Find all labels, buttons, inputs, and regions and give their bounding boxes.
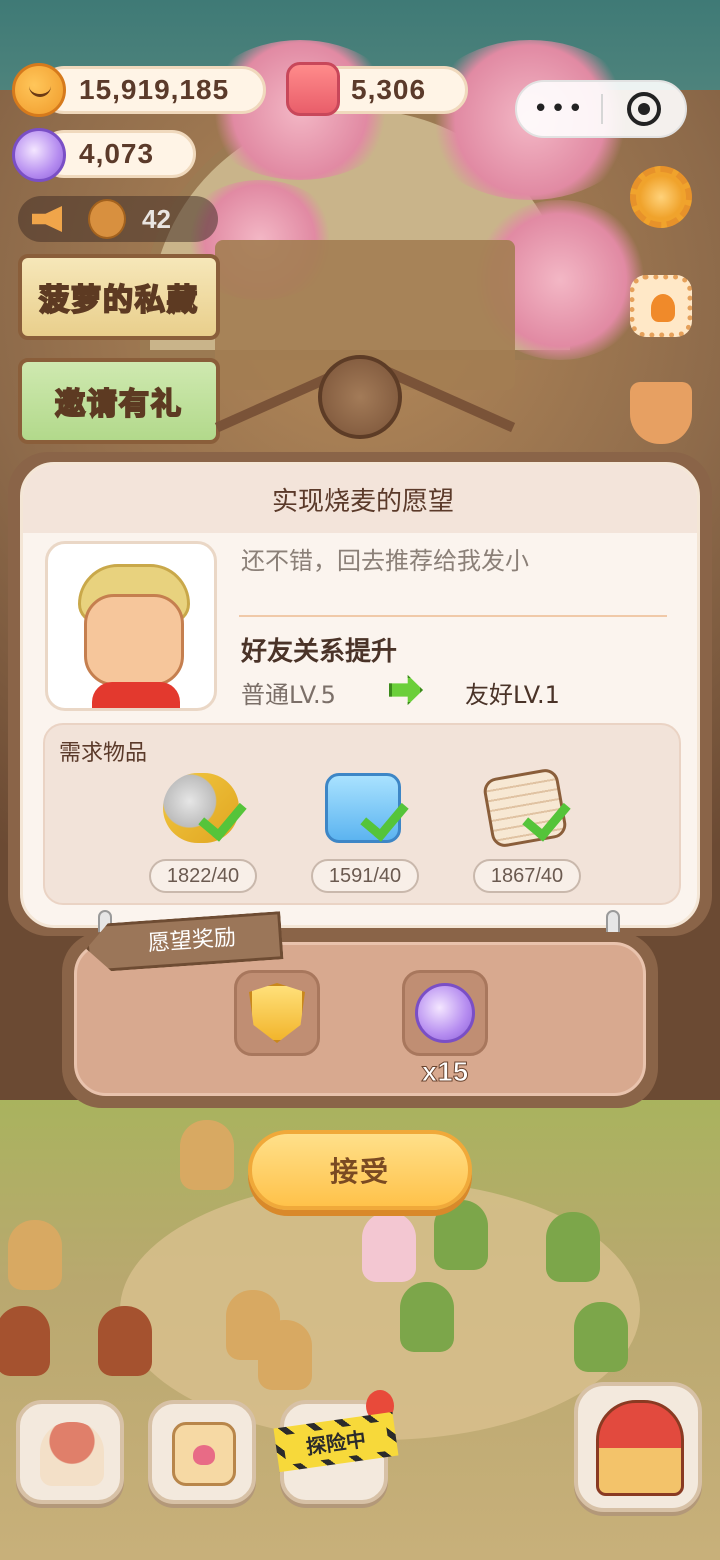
gingerbread-avatar-icon bbox=[88, 199, 126, 239]
carousel-icon bbox=[596, 1400, 684, 1496]
dialog-title: 实现烧麦的愿望 bbox=[271, 487, 454, 517]
requirements-panel: 需求物品 1822/40 1591/40 1867/40 bbox=[43, 723, 681, 905]
portrait-shirt bbox=[92, 682, 180, 708]
shield-badge-icon bbox=[249, 983, 305, 1043]
requirement-count: 1822/40 bbox=[149, 859, 257, 893]
cookie-npc[interactable] bbox=[180, 1120, 234, 1190]
requirement-count: 1867/40 bbox=[473, 859, 581, 893]
requirement-item[interactable]: 1822/40 bbox=[149, 767, 259, 897]
cookie-npc[interactable] bbox=[8, 1220, 62, 1290]
requirement-count: 1591/40 bbox=[311, 859, 419, 893]
checkmark-icon bbox=[527, 793, 579, 833]
announcement-count: 42 bbox=[142, 203, 171, 234]
cookie-npc[interactable] bbox=[574, 1302, 628, 1372]
crystal-candy-icon bbox=[12, 128, 66, 182]
character-portrait bbox=[45, 541, 217, 711]
green-arrow-icon bbox=[389, 675, 423, 705]
close-miniprogram-button[interactable] bbox=[603, 92, 685, 126]
mushroom-house-icon bbox=[40, 1422, 104, 1486]
invite-reward-banner[interactable]: 邀请有礼 bbox=[18, 358, 220, 444]
character-quote: 还不错，回去推荐给我发小 bbox=[241, 547, 529, 575]
requirement-item[interactable]: 1591/40 bbox=[311, 767, 421, 897]
relation-to-level: 友好LV.1 bbox=[465, 681, 560, 709]
banner-label: 邀请有礼 bbox=[54, 386, 183, 423]
relation-title: 好友关系提升 bbox=[241, 637, 398, 667]
gear-icon[interactable] bbox=[630, 166, 692, 228]
cookie-npc[interactable] bbox=[0, 1306, 50, 1376]
reward-slot[interactable] bbox=[402, 970, 488, 1056]
banner-label: 菠萝的私藏 bbox=[38, 282, 199, 319]
stamp-icon[interactable] bbox=[630, 275, 692, 337]
candy-crystal-icon bbox=[415, 983, 475, 1043]
cookie-npc[interactable] bbox=[400, 1282, 454, 1352]
jelly-icon bbox=[286, 62, 340, 116]
calendar-button[interactable] bbox=[148, 1400, 256, 1504]
accept-button[interactable]: 接受 bbox=[248, 1130, 472, 1210]
pineapple-stash-banner[interactable]: 菠萝的私藏 bbox=[18, 254, 220, 340]
miniprogram-capsule: ••• bbox=[515, 80, 687, 138]
jelly-count: 5,306 bbox=[351, 74, 427, 105]
cookie-currency-pill[interactable]: 15,919,185 bbox=[40, 66, 266, 114]
cookie-npc[interactable] bbox=[258, 1320, 312, 1390]
mushroom-house-button[interactable] bbox=[16, 1400, 124, 1504]
relation-from-level: 普通LV.5 bbox=[241, 681, 336, 709]
wood-knob bbox=[318, 355, 402, 439]
reward-quantity: x15 bbox=[421, 1056, 469, 1088]
cookie-count: 15,919,185 bbox=[79, 74, 230, 105]
requirement-item[interactable]: 1867/40 bbox=[473, 766, 583, 897]
reward-label: 愿望奖励 bbox=[147, 925, 237, 957]
reward-slot[interactable] bbox=[234, 970, 320, 1056]
announcement-bar[interactable]: 42 bbox=[18, 196, 218, 242]
cookie-npc[interactable] bbox=[362, 1212, 416, 1282]
carousel-button[interactable] bbox=[574, 1382, 702, 1512]
checkmark-icon bbox=[365, 793, 417, 833]
medal-icon[interactable] bbox=[630, 382, 692, 444]
cookie-npc[interactable] bbox=[98, 1306, 152, 1376]
requirements-label: 需求物品 bbox=[59, 741, 148, 766]
calendar-heart-icon bbox=[172, 1422, 236, 1486]
target-circle-icon bbox=[626, 92, 661, 126]
cookie-coin-icon bbox=[12, 63, 66, 117]
divider bbox=[239, 615, 667, 617]
wish-dialog: 实现烧麦的愿望 还不错，回去推荐给我发小 好友关系提升 普通LV.5 友好LV.… bbox=[20, 462, 700, 928]
megaphone-icon bbox=[32, 206, 62, 232]
more-dots-icon[interactable]: ••• bbox=[517, 80, 601, 138]
portrait-face bbox=[84, 594, 184, 686]
checkmark-icon bbox=[203, 793, 255, 833]
crystal-count: 4,073 bbox=[79, 138, 155, 169]
cookie-npc[interactable] bbox=[546, 1212, 600, 1282]
accept-button-label: 接受 bbox=[329, 1155, 390, 1188]
cookie-npc[interactable] bbox=[434, 1200, 488, 1270]
